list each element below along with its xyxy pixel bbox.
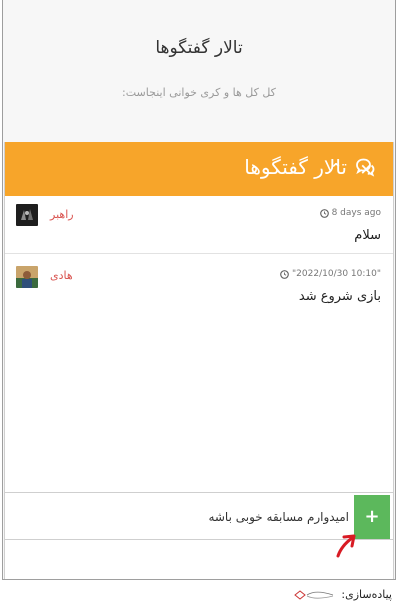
clock-icon xyxy=(280,269,289,279)
message-text: بازی شروع شد xyxy=(298,289,381,304)
avatar xyxy=(16,266,38,288)
message-list[interactable]: راهبر 8 days ago سلام هادی "2022/10/30 1… xyxy=(5,196,393,492)
message-username[interactable]: راهبر xyxy=(50,208,74,221)
message-time: 8 days ago xyxy=(319,208,381,218)
footer-label: پیاده‌سازی: xyxy=(341,588,392,601)
page-title: تالار گفتگوها xyxy=(155,38,243,58)
message-time-text: "2022/10/30 10:10" xyxy=(292,269,381,279)
message-text: سلام xyxy=(354,228,381,243)
message-time: "2022/10/30 10:10" xyxy=(280,269,381,279)
message-time-text: 8 days ago xyxy=(331,208,381,218)
chat-header: × ⌃ تالار گفتگوها xyxy=(5,142,393,196)
annotation-arrow-icon xyxy=(336,534,356,558)
chat-panel: × ⌃ تالار گفتگوها راهبر 8 days ago سلام … xyxy=(4,142,394,579)
chat-title: تالار گفتگوها xyxy=(244,155,375,179)
comments-icon xyxy=(356,158,375,177)
message-username[interactable]: هادی xyxy=(50,269,73,282)
message-item: راهبر 8 days ago سلام xyxy=(5,196,393,254)
clock-icon xyxy=(319,208,329,218)
brand-logo-icon[interactable] xyxy=(291,589,337,601)
avatar xyxy=(16,204,38,226)
message-input[interactable] xyxy=(13,501,349,533)
page-frame: تالار گفتگوها کل کل ها و کری خوانی اینجا… xyxy=(2,0,396,580)
chat-title-label: تالار گفتگوها xyxy=(244,155,347,179)
footer: پیاده‌سازی: xyxy=(291,588,392,601)
message-item: هادی "2022/10/30 10:10" بازی شروع شد xyxy=(5,254,393,316)
page-subtitle: کل کل ها و کری خوانی اینجاست: xyxy=(122,86,276,99)
